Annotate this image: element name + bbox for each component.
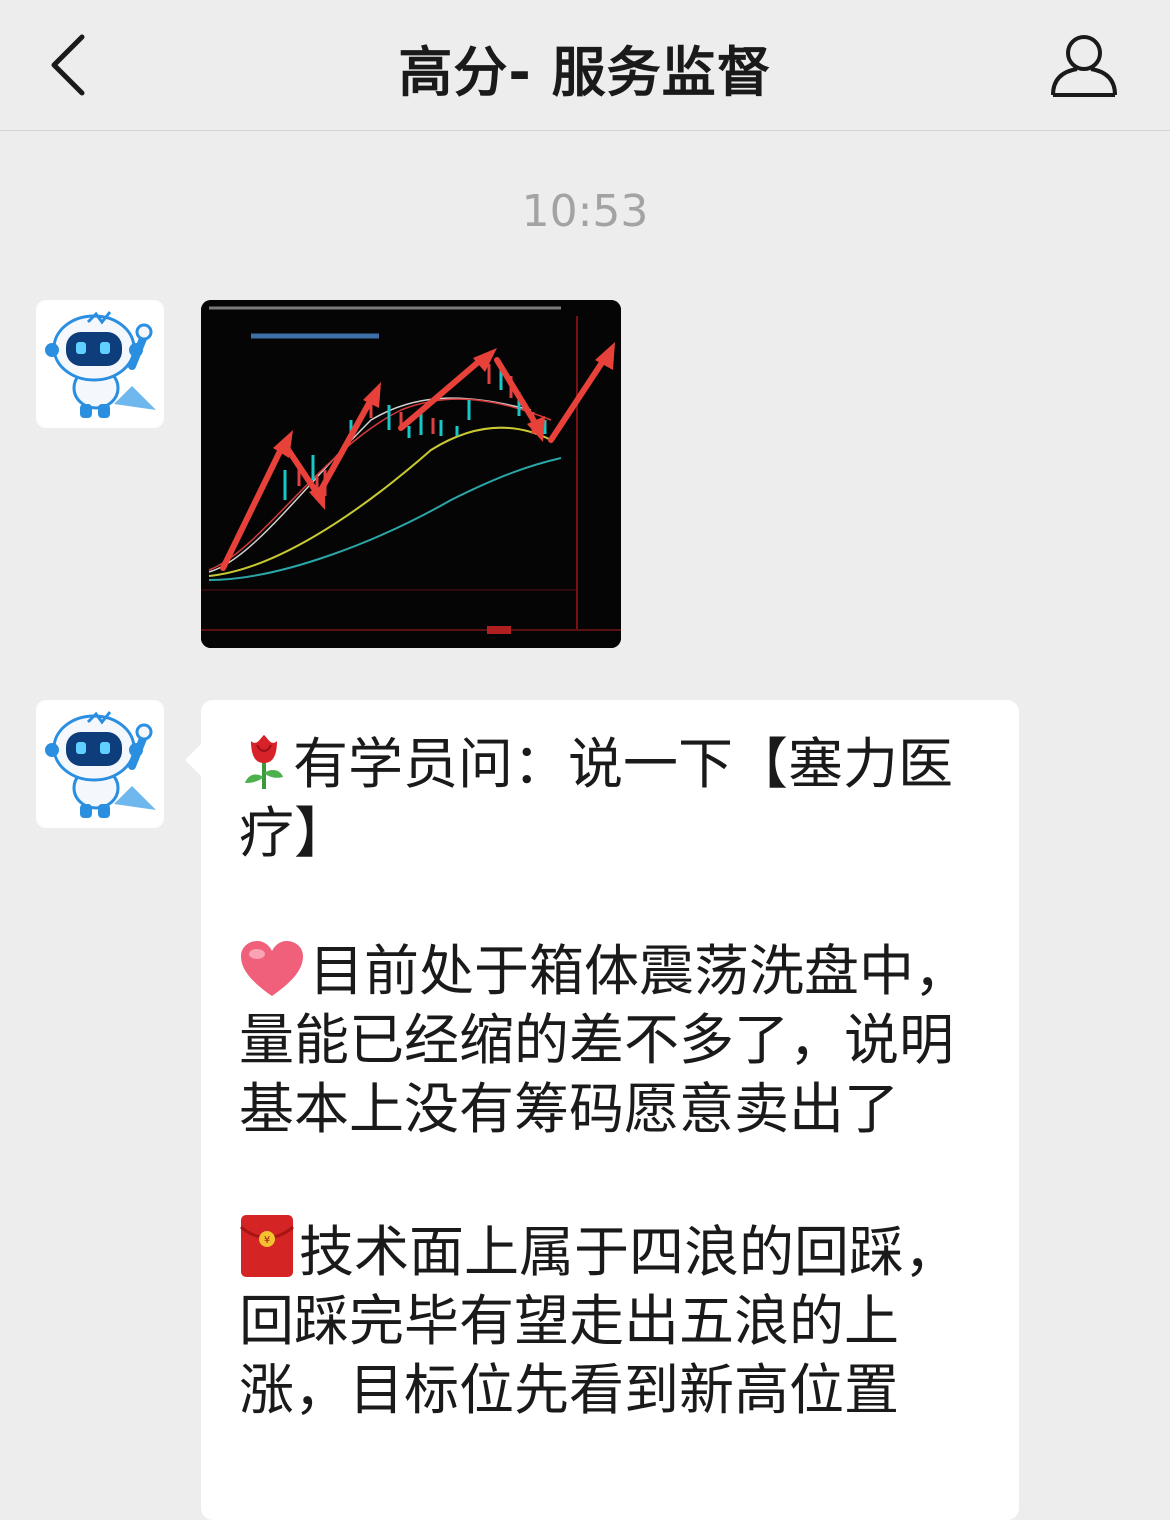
chat-title: 高分- 服务监督 [398,41,772,104]
heart-icon [241,941,303,996]
svg-text:¥: ¥ [264,1235,270,1246]
paragraph-text: 目前处于箱体震荡洗盘中，量能已经缩的差不多了，说明基本上没有筹码愿意卖出了 [239,939,970,1141]
person-icon [1051,35,1117,97]
profile-button[interactable] [1044,28,1124,104]
robot-mascot-icon [45,311,156,418]
message-paragraph: 目前处于箱体震荡洗盘中，量能已经缩的差不多了，说明基本上没有筹码愿意卖出了 [239,937,989,1144]
sender-avatar[interactable] [36,700,164,828]
rose-icon [245,735,283,789]
message-paragraph: ¥ 技术面上属于四浪的回踩，回踩完毕有望走出五浪的上涨，目标位先看到新高位置 [239,1213,989,1425]
stock-candlestick-chart-image [201,300,621,648]
message-timestamp: 10:53 [521,186,649,237]
message-text: 有学员问：说一下【塞力医疗】 目前处于箱体震荡洗盘中，量能已经缩的差不多了，说明… [239,730,989,1494]
red-envelope-icon: ¥ [240,1215,294,1277]
message-paragraph: 有学员问：说一下【塞力医疗】 [239,730,989,868]
nav-bar: 高分- 服务监督 [0,0,1170,131]
text-message-bubble[interactable]: 有学员问：说一下【塞力医疗】 目前处于箱体震荡洗盘中，量能已经缩的差不多了，说明… [185,700,1019,1520]
chart-image-message[interactable] [201,300,621,648]
paragraph-text: 技术面上属于四浪的回踩，回踩完毕有望走出五浪的上涨，目标位先看到新高位置 [239,1220,960,1422]
sender-avatar[interactable] [36,300,164,428]
robot-mascot-icon [45,711,156,818]
paragraph-text: 有学员问：说一下【塞力医疗】 [239,732,954,865]
